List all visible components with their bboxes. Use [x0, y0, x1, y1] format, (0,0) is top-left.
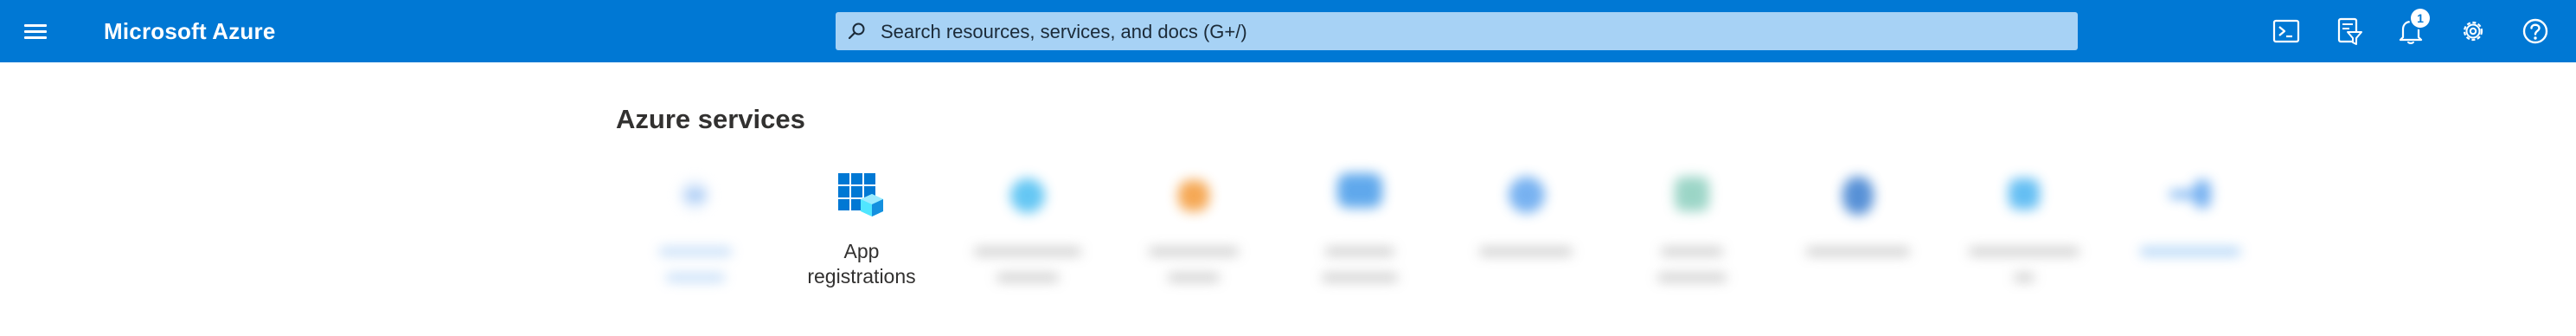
- service-icon: [1002, 168, 1054, 220]
- service-tile-8[interactable]: [1782, 168, 1934, 307]
- service-tile-7[interactable]: [1616, 168, 1768, 307]
- directory-filter-icon[interactable]: [2332, 15, 2365, 48]
- search-icon: [848, 23, 865, 40]
- portal-brand[interactable]: Microsoft Azure: [104, 16, 276, 46]
- service-icon: [1500, 168, 1552, 220]
- settings-gear-icon[interactable]: [2457, 15, 2489, 48]
- plus-icon: [670, 168, 721, 220]
- app-registrations-icon: [836, 168, 888, 220]
- service-icon: [1998, 168, 2050, 220]
- notification-count-badge: 1: [2411, 9, 2430, 28]
- arrow-right-icon: [2164, 168, 2216, 220]
- service-icon: [1168, 168, 1220, 220]
- service-icon: [1666, 168, 1718, 220]
- service-icon: [1334, 168, 1386, 220]
- service-tile-3[interactable]: [952, 168, 1104, 307]
- hamburger-menu-icon[interactable]: [21, 19, 50, 43]
- service-tile-app-registrations[interactable]: App registrations: [785, 168, 938, 307]
- notifications-bell-icon[interactable]: 1: [2394, 9, 2430, 48]
- azure-services-heading: Azure services: [616, 104, 805, 134]
- global-search-box[interactable]: Search resources, services, and docs (G+…: [836, 12, 2078, 50]
- service-tile-create-resource[interactable]: [619, 168, 772, 307]
- service-tile-9[interactable]: [1948, 168, 2100, 307]
- search-placeholder: Search resources, services, and docs (G+…: [881, 21, 1247, 42]
- help-icon[interactable]: [2519, 15, 2552, 48]
- top-navigation-bar: Microsoft Azure Search resources, servic…: [0, 0, 2576, 62]
- cloud-shell-icon[interactable]: [2270, 15, 2303, 48]
- service-icon: [1832, 168, 1884, 220]
- service-tile-4[interactable]: [1118, 168, 1270, 307]
- service-tile-5[interactable]: [1284, 168, 1436, 307]
- service-tile-6[interactable]: [1450, 168, 1602, 307]
- service-tile-all-services[interactable]: [2114, 168, 2266, 307]
- app-registrations-label: App registrations: [807, 240, 916, 288]
